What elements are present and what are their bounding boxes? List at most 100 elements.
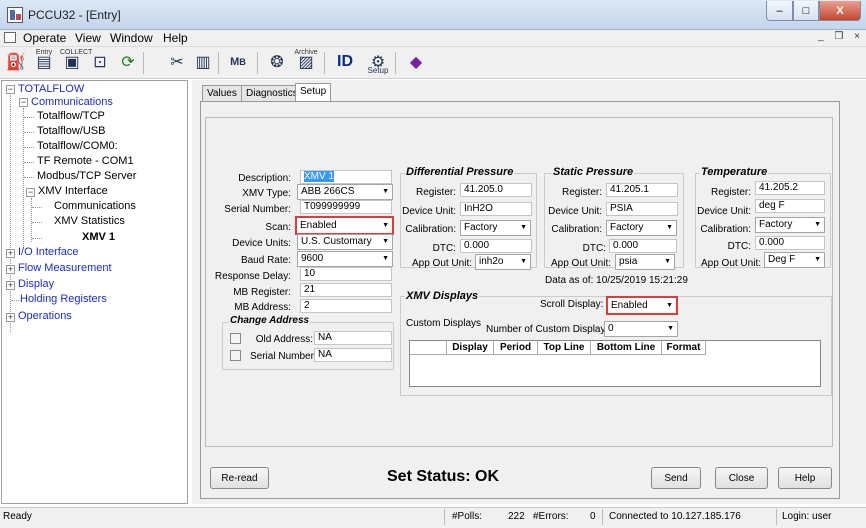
mdi-window-buttons[interactable]: _ ❒ ×: [818, 31, 864, 42]
scan-label: Scan:: [265, 222, 291, 233]
tools-icon[interactable]: ✂: [165, 49, 189, 75]
temp-register-field[interactable]: 41.205.2: [755, 181, 825, 195]
number-custom-displays-label: Number of Custom Displays:: [486, 324, 614, 335]
toolbar-separator: [324, 52, 325, 74]
temp-dtc-field[interactable]: 0.000: [755, 236, 825, 250]
dp-app-out-select[interactable]: inh2o: [475, 254, 531, 270]
xmv-type-select[interactable]: ABB 266CS: [297, 184, 393, 200]
setup-icon[interactable]: ⚙ Setup: [366, 49, 390, 75]
baud-rate-select[interactable]: 9600: [297, 251, 393, 267]
tree-item-xmv-communications[interactable]: Communications: [54, 200, 136, 212]
device-units-select[interactable]: U.S. Customary: [297, 234, 393, 250]
tree-item-totalflow-usb[interactable]: Totalflow/USB: [37, 125, 105, 137]
id-icon[interactable]: ID: [333, 49, 357, 75]
monitor-icon[interactable]: ▥: [191, 49, 215, 75]
send-button[interactable]: Send: [651, 467, 701, 489]
collect-icon[interactable]: COLLECT ▣: [60, 49, 92, 75]
temp-calibration-select[interactable]: Factory: [755, 217, 825, 233]
xmv-type-label: XMV Type:: [242, 188, 291, 199]
sp-calibration-select[interactable]: Factory: [606, 220, 677, 236]
tree-item-totalflow-tcp[interactable]: Totalflow/TCP: [37, 110, 105, 122]
expand-icon[interactable]: +: [6, 249, 15, 258]
tree-item-tf-remote[interactable]: TF Remote - COM1: [37, 155, 134, 167]
menu-help[interactable]: Help: [163, 31, 188, 45]
description-field[interactable]: XMV 1: [300, 170, 392, 184]
number-custom-displays-select[interactable]: 0: [604, 321, 678, 337]
sp-device-unit-field[interactable]: PSIA: [606, 202, 678, 216]
help-book-icon[interactable]: ◆: [404, 49, 428, 75]
expand-icon[interactable]: +: [6, 265, 15, 274]
scroll-display-select[interactable]: Enabled: [606, 296, 678, 315]
grid-header-display[interactable]: Display: [447, 341, 494, 355]
sp-dtc-field[interactable]: 0.000: [609, 239, 677, 253]
tree-item-io-interface[interactable]: I/O Interface: [18, 246, 79, 258]
tree-item-operations[interactable]: Operations: [18, 310, 72, 322]
entry-tool-icon[interactable]: ⛽: [4, 49, 28, 75]
tree-item-xmv-interface[interactable]: XMV Interface: [38, 185, 108, 197]
minimize-button[interactable]: –: [766, 1, 793, 21]
collapse-icon[interactable]: −: [6, 85, 15, 94]
expand-icon[interactable]: +: [6, 281, 15, 290]
serial-number-checkbox[interactable]: [230, 350, 241, 361]
refresh-icon[interactable]: ⟳: [116, 49, 140, 75]
mb-icon[interactable]: MB: [226, 49, 250, 75]
close-window-button[interactable]: X: [819, 1, 861, 21]
collapse-icon[interactable]: −: [26, 188, 35, 197]
tree-item-display[interactable]: Display: [18, 278, 54, 290]
dp-dtc-field[interactable]: 0.000: [460, 239, 532, 253]
dp-register-field[interactable]: 41.205.0: [460, 183, 532, 197]
dp-device-unit-field[interactable]: InH2O: [460, 202, 532, 216]
grid-header-period[interactable]: Period: [494, 341, 538, 355]
help-button[interactable]: Help: [778, 467, 832, 489]
sp-app-out-select[interactable]: psia: [615, 254, 675, 270]
menu-view[interactable]: View: [75, 31, 101, 45]
serial-number-field[interactable]: T099999999: [300, 200, 392, 214]
sp-register-field[interactable]: 41.205.1: [606, 183, 678, 197]
dp-calibration-select[interactable]: Factory: [460, 220, 531, 236]
mb-address-label: MB Address:: [234, 302, 291, 313]
mb-register-field[interactable]: 21: [300, 283, 392, 297]
tree-item-totalflow-com0[interactable]: Totalflow/COM0:: [37, 140, 118, 152]
menu-window[interactable]: Window: [110, 31, 153, 45]
tab-diagnostics[interactable]: Diagnostics: [241, 85, 303, 102]
tree-item-totalflow[interactable]: TOTALFLOW: [18, 83, 84, 95]
change-address-group: [222, 322, 394, 370]
collapse-icon[interactable]: −: [19, 98, 28, 107]
temp-device-unit-field[interactable]: deg F: [755, 199, 825, 213]
navigation-tree[interactable]: − TOTALFLOW − Communications Totalflow/T…: [1, 80, 188, 504]
xmv-displays-title: XMV Displays: [405, 290, 480, 302]
dp-calibration-label: Calibration:: [405, 224, 456, 235]
entry-screen-icon[interactable]: Entry ▤: [32, 49, 56, 75]
change-serial-field[interactable]: NA: [314, 348, 392, 362]
old-address-checkbox[interactable]: [230, 333, 241, 344]
tree-item-communications[interactable]: Communications: [31, 96, 113, 108]
tab-setup[interactable]: Setup: [295, 83, 332, 102]
grid-header-top-line[interactable]: Top Line: [538, 341, 591, 355]
stats-icon[interactable]: ❂: [265, 49, 289, 75]
close-button[interactable]: Close: [715, 467, 768, 489]
tree-item-xmv-statistics[interactable]: XMV Statistics: [54, 215, 125, 227]
app-icon[interactable]: [7, 7, 23, 23]
temp-app-out-select[interactable]: Deg F: [764, 252, 825, 268]
scan-select[interactable]: Enabled: [295, 216, 394, 235]
maximize-button[interactable]: □: [793, 1, 819, 21]
tree-item-xmv1-selected[interactable]: XMV 1: [82, 231, 115, 243]
document-system-menu-icon[interactable]: [4, 32, 16, 43]
calibrate-icon[interactable]: ⊡: [88, 49, 112, 75]
grid-header-format[interactable]: Format: [662, 341, 706, 355]
reread-button[interactable]: Re-read: [210, 467, 269, 489]
tab-values[interactable]: Values: [202, 85, 242, 102]
old-address-field[interactable]: NA: [314, 331, 392, 345]
menu-operate[interactable]: Operate: [23, 31, 66, 45]
response-delay-field[interactable]: 10: [300, 267, 392, 281]
expand-icon[interactable]: +: [6, 313, 15, 322]
tree-item-holding-registers[interactable]: Holding Registers: [20, 293, 107, 305]
tree-item-flow-measurement[interactable]: Flow Measurement: [18, 262, 112, 274]
grid-header-bottom-line[interactable]: Bottom Line: [591, 341, 662, 355]
dp-dtc-label: DTC:: [432, 243, 456, 254]
set-status-text: Set Status: OK: [387, 468, 500, 485]
mb-address-field[interactable]: 2: [300, 299, 392, 313]
tree-item-modbus-tcp[interactable]: Modbus/TCP Server: [37, 170, 136, 182]
archive-icon[interactable]: Archive ▨: [294, 49, 318, 75]
response-delay-label: Response Delay:: [214, 271, 291, 282]
